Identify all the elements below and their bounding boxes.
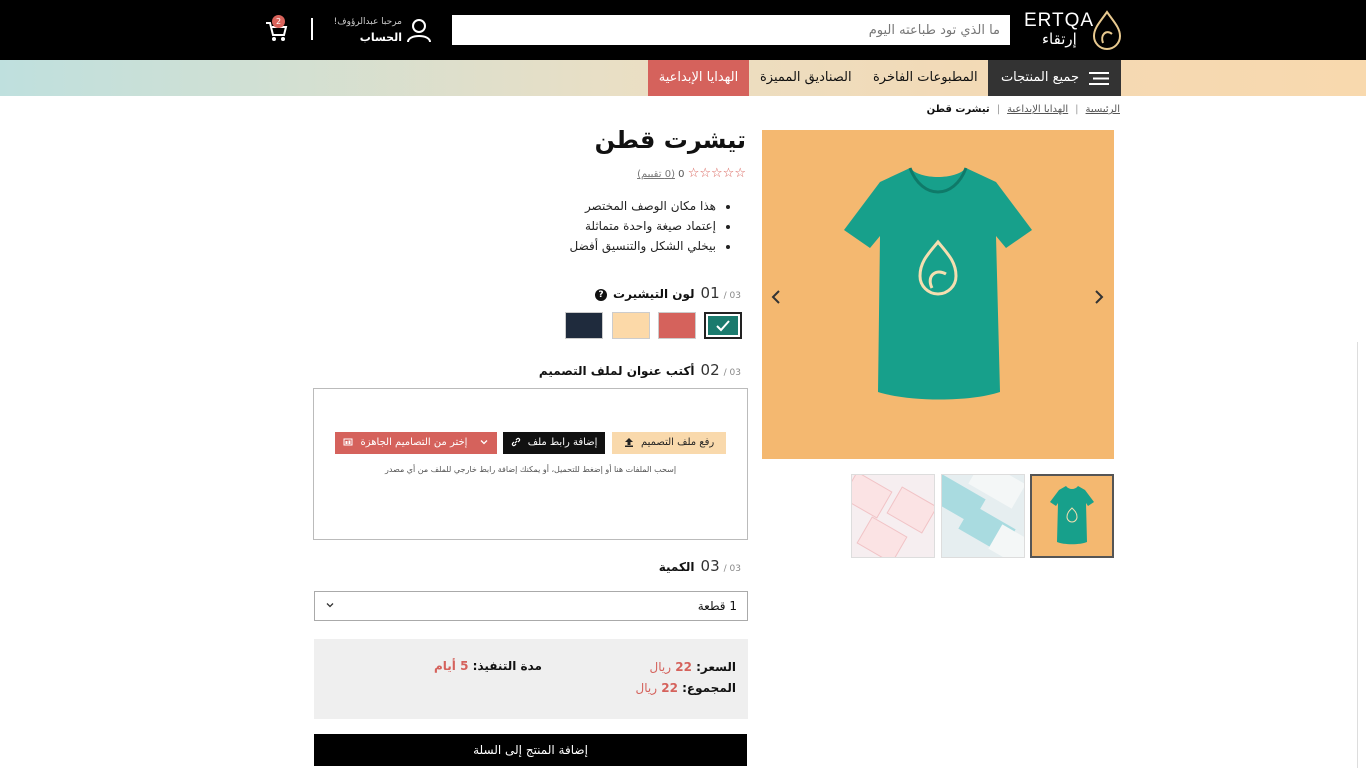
nav-item-luxury-prints[interactable]: المطبوعات الفاخرة <box>873 60 978 96</box>
nav-item-creative-gifts[interactable]: الهدايا الإبداعية <box>648 60 749 96</box>
product-short-description: هذا مكان الوصف المختصر إعتماد صيغة واحدة… <box>570 199 730 259</box>
total-line: المجموع: 22 ريال <box>635 681 736 695</box>
chevron-right-icon <box>1095 290 1104 304</box>
description-bullet: بيخلي الشكل والتنسيق أفضل <box>570 239 716 253</box>
header-divider <box>311 18 313 40</box>
price-summary: السعر: 22 ريال المجموع: 22 ريال مدة التن… <box>314 639 748 719</box>
step-quantity-label: الكمية <box>658 560 695 574</box>
gallery-next-arrow[interactable] <box>1093 289 1107 305</box>
search-input[interactable] <box>452 15 1010 45</box>
greeting-text: مرحبا عبدالرؤوف! <box>333 17 402 27</box>
reviews-link[interactable]: (0 تقييم) <box>637 169 675 180</box>
logo-text-en: ERTQA <box>1024 10 1095 31</box>
breadcrumb-home[interactable]: الرئيسية <box>1086 104 1120 115</box>
cart-button[interactable]: 2 <box>265 15 293 42</box>
description-bullet: إعتماد صيغة واحدة متماثلة <box>570 219 716 233</box>
cards-thumb-image <box>942 475 1024 557</box>
link-icon <box>511 437 520 447</box>
nav-item-featured-boxes[interactable]: الصناديق المميزة <box>760 60 852 96</box>
duration-line: مدة التنفيذ: 5 أيام <box>434 659 542 673</box>
account-menu[interactable]: مرحبا عبدالرؤوف! الحساب <box>330 14 434 48</box>
product-rating: ☆☆☆☆☆ 0 (0 تقييم) <box>637 166 746 181</box>
logo-drop-icon <box>1092 10 1122 50</box>
gallery-thumb-1[interactable] <box>1030 474 1114 558</box>
color-swatch-teal[interactable] <box>704 312 742 339</box>
product-title: تيشرت قطن <box>594 126 746 154</box>
breadcrumb-current: تيشرت قطن <box>926 104 990 115</box>
description-bullet: هذا مكان الوصف المختصر <box>570 199 716 213</box>
color-swatch-peach[interactable] <box>612 312 650 339</box>
main-nav: جميع المنتجات المطبوعات الفاخرة الصناديق… <box>0 60 1366 96</box>
chevron-down-icon <box>480 440 488 445</box>
duration-value: 5 أيام <box>434 659 469 673</box>
step-design-heading: 03 /02أكتب عنوان لملف التصميم <box>538 361 741 379</box>
color-swatch-navy[interactable] <box>565 312 603 339</box>
product-main-image <box>762 130 1114 459</box>
logo-text-ar: إرتقاء <box>1042 30 1077 48</box>
add-to-cart-button[interactable]: إضافة المنتج إلى السلة <box>314 734 747 766</box>
total-value: 22 <box>661 681 678 695</box>
add-link-button[interactable]: إضافة رابط ملف <box>503 432 605 454</box>
check-icon <box>716 320 730 332</box>
page-scrollbar[interactable] <box>1357 342 1366 768</box>
gallery-icon <box>343 438 353 446</box>
gallery-thumb-3[interactable] <box>851 474 935 558</box>
pattern-thumb-image <box>852 475 934 557</box>
design-upload-dropzone[interactable]: رفع ملف التصميم إضافة رابط ملف إختر من ا… <box>313 388 748 540</box>
step-color-heading: 03 /01لون التيشيرت? <box>595 284 741 302</box>
cart-count-badge: 2 <box>272 15 285 28</box>
tshirt-thumb-image <box>1050 486 1094 545</box>
quantity-select[interactable]: 1 قطعة <box>314 591 748 621</box>
menu-icon <box>1089 72 1109 85</box>
step-color-label: لون التيشيرت <box>613 287 695 301</box>
rating-value: 0 <box>678 169 685 180</box>
tshirt-image <box>844 167 1032 400</box>
quantity-value: 1 قطعة <box>697 599 737 613</box>
account-label: الحساب <box>359 31 402 44</box>
upload-hint-text: إسحب الملفات هنا أو إضغط للتحميل، أو يمك… <box>384 465 677 474</box>
price-line: السعر: 22 ريال <box>649 660 736 674</box>
gallery-prev-arrow[interactable] <box>770 289 784 305</box>
step-design-label: أكتب عنوان لملف التصميم <box>538 364 695 378</box>
upload-icon <box>624 438 633 447</box>
upload-design-button[interactable]: رفع ملف التصميم <box>612 432 726 454</box>
breadcrumb-category[interactable]: الهدايا الإبداعية <box>1007 104 1068 115</box>
chevron-down-icon <box>325 592 335 620</box>
top-bar: ERTQA إرتقاء مرحبا عبدالرؤوف! الحساب 2 <box>0 0 1366 60</box>
chevron-left-icon <box>771 290 780 304</box>
help-icon[interactable]: ? <box>595 288 608 301</box>
price-value: 22 <box>675 660 692 674</box>
color-swatch-red[interactable] <box>658 312 696 339</box>
gallery-thumb-2[interactable] <box>941 474 1025 558</box>
rating-stars-icon[interactable]: ☆☆☆☆☆ <box>688 166 746 181</box>
nav-all-products-label: جميع المنتجات <box>1000 70 1079 85</box>
logo[interactable]: ERTQA إرتقاء <box>1024 8 1124 52</box>
breadcrumb: الرئيسية|الهدايا الإبداعية|تيشرت قطن <box>926 104 1120 115</box>
step-quantity-heading: 03 /03الكمية <box>658 557 741 575</box>
user-icon <box>407 19 431 43</box>
nav-all-products[interactable]: جميع المنتجات <box>988 60 1121 96</box>
choose-ready-designs-button[interactable]: إختر من التصاميم الجاهزة <box>335 432 497 454</box>
